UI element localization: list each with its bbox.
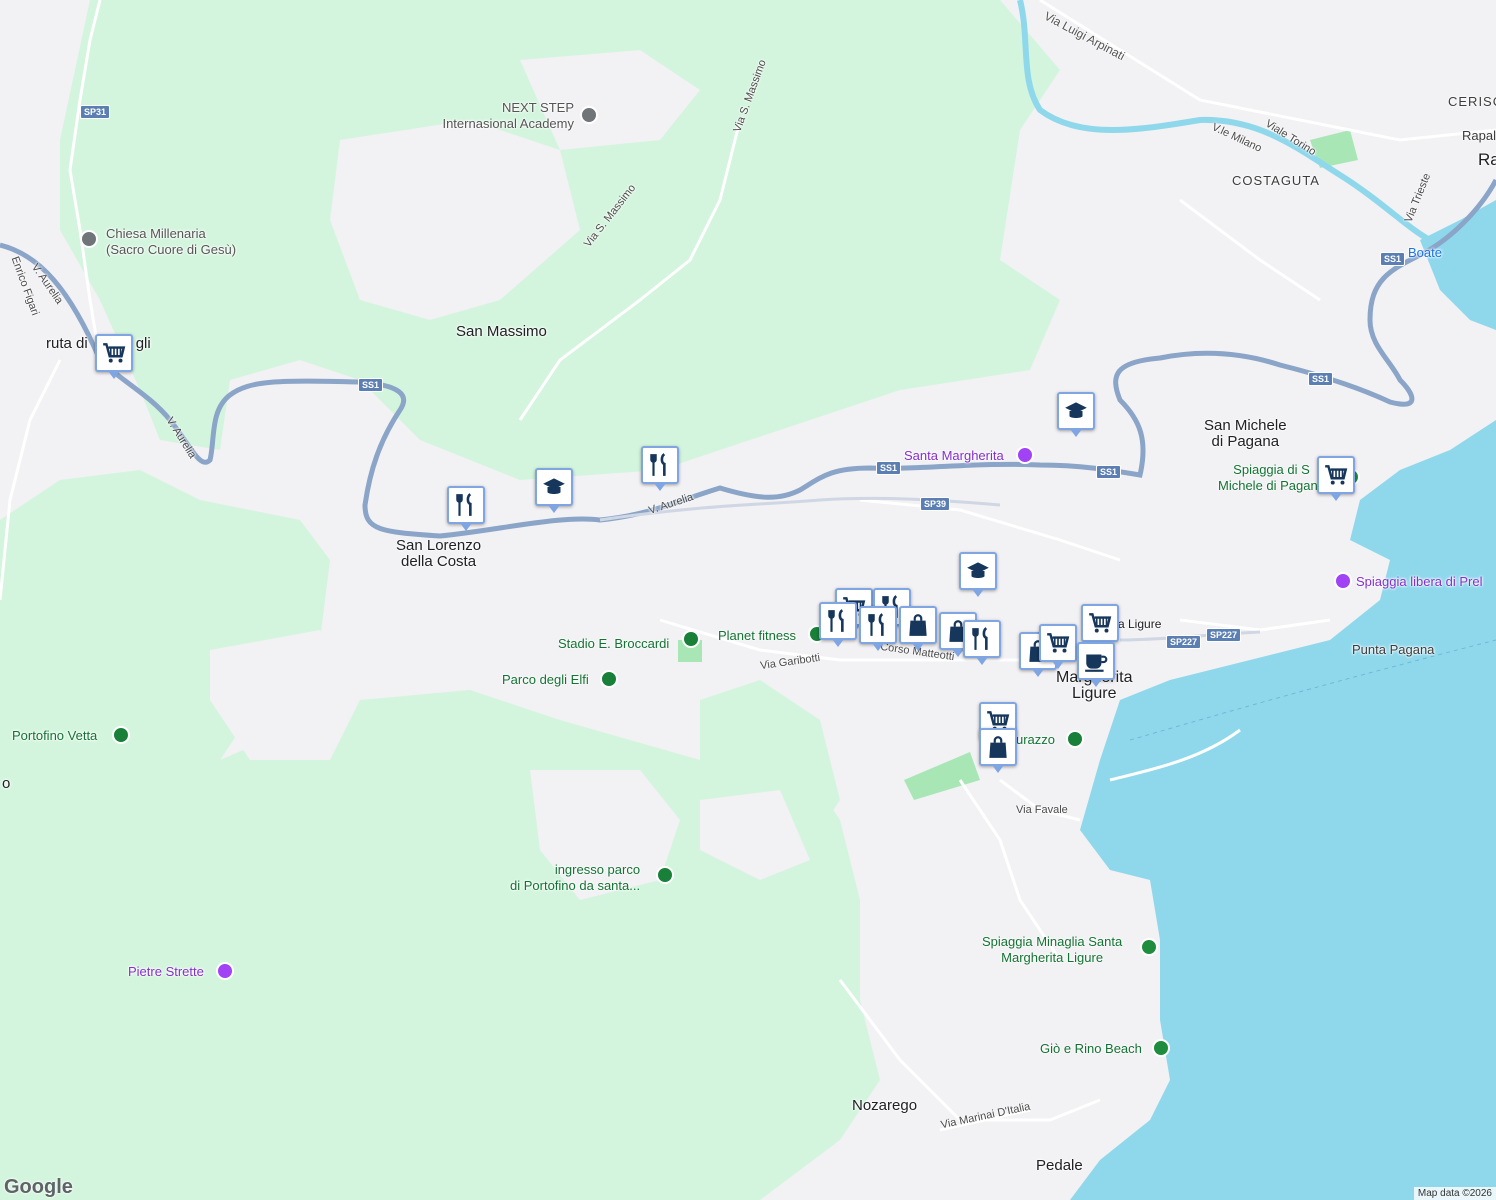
beach-poi-icon[interactable] [1152,1039,1170,1057]
marker-pin[interactable] [959,552,997,597]
road-shield: SP227 [1166,635,1202,649]
marker-pin[interactable] [1081,604,1119,649]
label-san-lorenzo: San Lorenzo della Costa [396,538,481,570]
restaurant-icon [828,609,844,632]
label-santa-margherita-camera: Santa Margherita [904,448,1004,463]
label-ruta-di: ruta di [46,335,88,352]
camera-poi-icon[interactable] [1016,446,1034,464]
label-o-left: o [2,775,11,792]
label-nozarego: Nozarego [852,1097,918,1114]
label-spiaggia-sm-line2: Michele di Pagana [1218,478,1325,493]
marker-pin[interactable] [447,486,485,531]
label-spiaggia-sm: Spiaggia di S Michele di Pagana [1218,462,1325,494]
cart-icon [103,343,126,363]
cart-icon [1089,613,1112,633]
marker-pin[interactable] [1077,642,1115,687]
label-san-lorenzo-line2: della Costa [401,553,477,570]
road-shield: SS1 [1308,372,1334,386]
label-via-favale: Via Favale [1016,804,1068,816]
road-shield: SS1 [1096,465,1122,479]
label-boate: Boate [1408,245,1442,260]
label-portofino-vetta: Portofino Vetta [12,728,98,743]
marker-pin[interactable] [963,620,1001,665]
restaurant-icon [650,453,666,476]
school-icon [543,478,565,495]
marker-pin[interactable] [535,468,573,513]
label-durazzo: urazzo [1016,732,1056,747]
label-spiaggia-libera: Spiaggia libera di Prel [1356,574,1483,589]
label-next-step: NEXT STEP Internasional Academy [430,100,574,132]
label-san-lorenzo-line1: San Lorenzo [396,537,482,554]
label-minaglia-line2: Margherita Ligure [1001,950,1104,965]
camera-poi-icon[interactable] [216,962,234,980]
label-planet-fitness: Planet fitness [718,628,797,643]
cart-icon [1047,633,1070,653]
label-minaglia: Spiaggia Minaglia Santa Margherita Ligur… [982,934,1122,966]
school-icon [967,562,989,579]
label-rapal: Rapal [1462,128,1496,143]
label-san-michele-line1: San Michele [1204,417,1287,434]
label-san-michele: San Michele di Pagana [1204,418,1287,450]
map-attribution[interactable]: Map data ©2026 [1413,1187,1496,1200]
label-next-step-line2: Internasional Academy [442,116,574,131]
label-spiaggia-sm-line1: Spiaggia di S [1233,462,1310,477]
road-shield: SS1 [1380,252,1406,266]
park-poi-icon[interactable] [1066,730,1084,748]
restaurant-icon [456,493,472,516]
label-sm-ligure-line2: Ligure [1072,685,1117,702]
label-ingresso-line1: ingresso parco [554,862,641,877]
label-stadio: Stadio E. Broccardi [558,636,670,651]
beach-poi-icon[interactable] [1140,938,1158,956]
road-shield: SS1 [358,378,384,392]
stadium-poi-icon[interactable] [682,630,700,648]
label-costaguta: COSTAGUTA [1232,173,1320,188]
label-san-michele-line2: di Pagana [1211,433,1280,450]
road-shield: SS1 [876,461,902,475]
marker-pin[interactable] [1039,624,1077,669]
camera-poi-icon[interactable] [1334,572,1352,590]
label-chiesa-line2: (Sacro Cuore di Gesù) [106,242,237,257]
bag-icon [989,736,1007,758]
road-shield: SP227 [1206,628,1242,642]
label-punta-pagana: Punta Pagana [1352,642,1435,657]
school-poi-icon[interactable] [580,106,598,124]
road-shield: SP31 [80,105,111,119]
label-parco-elfi: Parco degli Elfi [502,672,589,687]
bag-icon [909,614,927,636]
marker-pin[interactable] [979,728,1017,773]
marker-pin[interactable] [899,606,937,651]
label-minaglia-line1: Spiaggia Minaglia Santa [982,934,1123,949]
label-ingresso: ingresso parco di Portofino da santa... [510,862,640,894]
marker-pin[interactable] [95,334,133,379]
label-pietre-strette: Pietre Strette [128,964,204,979]
label-a-ligure-station: a Ligure [1118,617,1162,631]
park-areas [0,0,1358,1200]
marker-pin[interactable] [641,446,679,491]
park-poi-icon[interactable] [600,670,618,688]
label-chiesa-line1: Chiesa Millenaria [106,226,206,241]
label-next-step-line1: NEXT STEP [501,100,574,115]
coffee-icon [1085,654,1108,672]
label-gio-rino: Giò e Rino Beach [1040,1041,1142,1056]
restaurant-icon [972,627,988,650]
label-ingresso-line2: di Portofino da santa... [510,878,641,893]
label-ruta-suffix: gli [135,335,151,352]
church-icon[interactable] [80,230,98,248]
marker-pin[interactable] [819,602,857,647]
school-icon [1065,402,1087,419]
marker-pin[interactable] [1317,456,1355,501]
cart-icon [1325,465,1348,485]
label-chiesa: Chiesa Millenaria (Sacro Cuore di Gesù) [106,226,236,258]
park-poi-icon[interactable] [112,726,130,744]
label-pedale: Pedale [1036,1157,1083,1174]
marker-pin[interactable] [859,606,897,651]
label-ra: Ra [1478,150,1496,169]
google-logo: Google [4,1176,73,1198]
road-shield: SP39 [920,497,951,511]
label-san-massimo: San Massimo [456,323,547,340]
restaurant-icon [868,613,884,636]
label-ceriso: CERISC [1448,94,1496,109]
park-poi-icon[interactable] [656,866,674,884]
marker-pin[interactable] [1057,392,1095,437]
